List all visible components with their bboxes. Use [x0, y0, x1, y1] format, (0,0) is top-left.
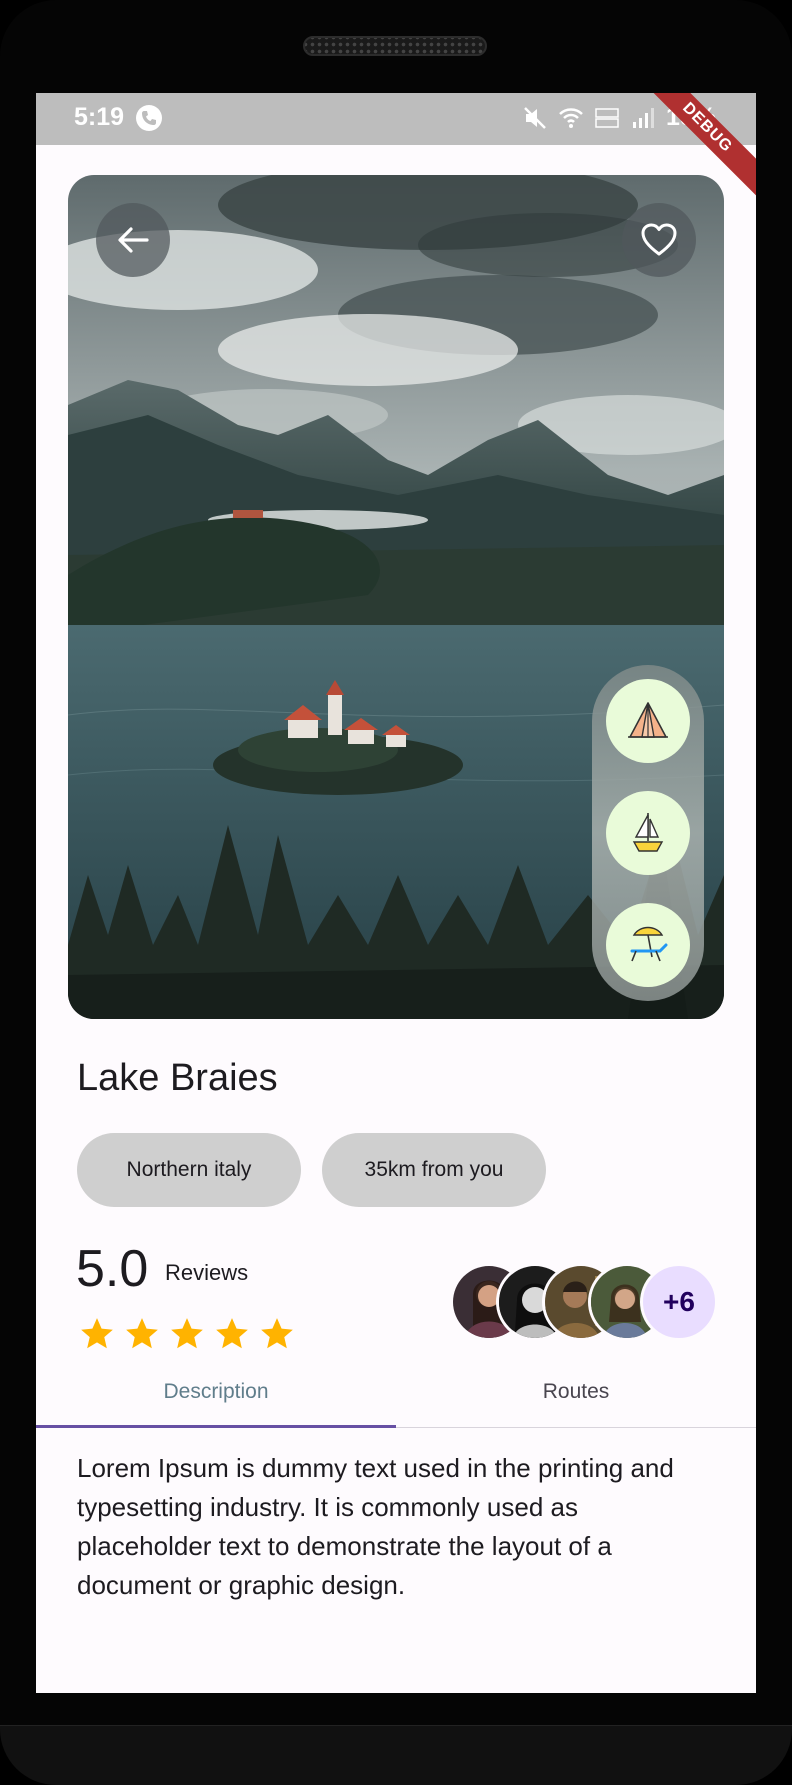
signal-icon: [632, 107, 654, 128]
phone-frame: 5:19 DEBUG Lake Braies Northern italy 35…: [0, 0, 792, 1785]
lte-icon: [595, 107, 619, 128]
reviewer-avatars[interactable]: +6: [450, 1263, 720, 1341]
status-time: 5:19: [74, 103, 125, 131]
mute-icon: [524, 106, 546, 129]
tent-icon: [628, 702, 668, 738]
tab-description[interactable]: Description: [36, 1357, 396, 1427]
star-icon: [171, 1318, 203, 1349]
app-screen: 5:19 DEBUG Lake Braies Northern italy 35…: [36, 93, 756, 1693]
sailboat-icon: [632, 813, 664, 852]
bottom-bezel: [0, 1725, 792, 1785]
speaker-grille: [303, 36, 487, 56]
beach-chair-icon: [630, 926, 668, 962]
reviews-label[interactable]: Reviews: [165, 1260, 248, 1286]
phone-call-icon: [136, 105, 162, 131]
place-title: Lake Braies: [77, 1057, 278, 1099]
heart-outline-icon: [641, 223, 677, 256]
tab-routes[interactable]: Routes: [396, 1357, 756, 1427]
description-text: Lorem Ipsum is dummy text used in the pr…: [77, 1453, 674, 1600]
star-icon: [216, 1318, 248, 1349]
star-icon: [81, 1318, 113, 1349]
arrow-left-icon: [118, 227, 149, 253]
hero-image: [68, 175, 724, 1019]
activity-beach-button[interactable]: [606, 903, 690, 987]
star-rating: [78, 1315, 296, 1353]
activity-sailing-button[interactable]: [606, 791, 690, 875]
tab-indicator: [36, 1425, 396, 1428]
favorite-button[interactable]: [622, 203, 696, 277]
rating-value: 5.0: [76, 1240, 149, 1298]
status-bar: 5:19 DEBUG: [36, 93, 756, 205]
back-button[interactable]: [96, 203, 170, 277]
activities-panel: [592, 665, 704, 1001]
tag-distance[interactable]: 35km from you: [322, 1133, 546, 1207]
tab-bar: Description Routes: [36, 1357, 756, 1429]
wifi-icon: [559, 107, 583, 128]
star-icon: [126, 1318, 158, 1349]
star-icon: [261, 1318, 293, 1349]
activity-camping-button[interactable]: [606, 679, 690, 763]
tag-region[interactable]: Northern italy: [77, 1133, 301, 1207]
more-reviewers-badge: +6: [640, 1263, 718, 1341]
